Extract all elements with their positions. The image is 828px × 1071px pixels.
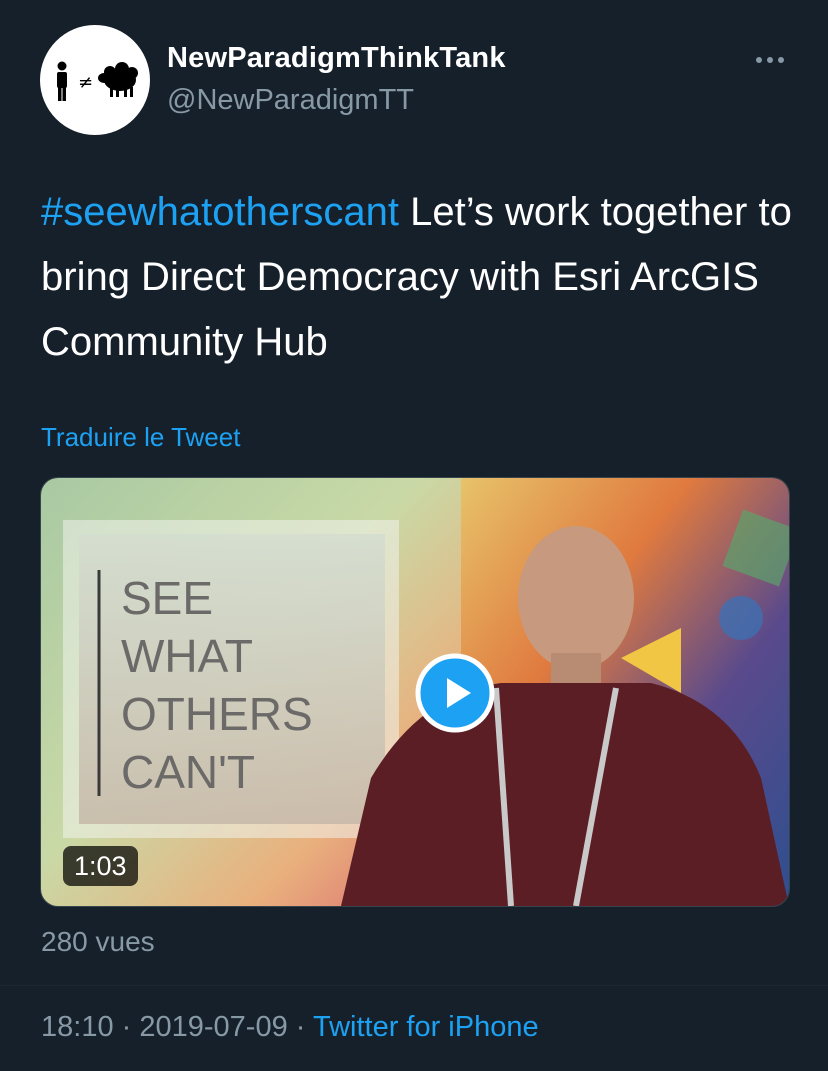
- author-handle[interactable]: @NewParadigmTT: [167, 84, 414, 117]
- play-icon: [415, 653, 495, 733]
- video-player[interactable]: SEE WHAT OTHERS CAN'T 1:03: [40, 477, 790, 907]
- tweet-text: #seewhatotherscant Let’s work together t…: [41, 180, 801, 375]
- sign-line-2: WHAT: [121, 630, 253, 682]
- author-name[interactable]: NewParadigmThinkTank: [167, 42, 506, 75]
- more-options-button[interactable]: [754, 50, 786, 70]
- sign-line-4: CAN'T: [121, 746, 255, 798]
- person-not-equal-sheep-icon: ≠: [57, 61, 138, 101]
- tweet-date: 2019-07-09: [139, 1011, 288, 1043]
- sign-line-1: SEE: [121, 572, 213, 624]
- video-duration: 1:03: [63, 846, 138, 886]
- view-count[interactable]: 280 vues: [41, 926, 155, 958]
- tweet-source-link[interactable]: Twitter for iPhone: [313, 1011, 539, 1043]
- meta-separator: ·: [287, 1011, 313, 1043]
- avatar[interactable]: ≠: [40, 25, 150, 135]
- tweet-meta: 18:10 · 2019-07-09 · Twitter for iPhone: [41, 1011, 539, 1044]
- not-equal-symbol: ≠: [78, 72, 93, 93]
- tweet-time: 18:10: [41, 1011, 114, 1043]
- meta-separator: ·: [113, 1011, 140, 1043]
- play-button[interactable]: [415, 653, 495, 733]
- divider: [0, 985, 828, 986]
- more-horizontal-icon: [756, 57, 784, 63]
- hashtag-link[interactable]: #seewhatotherscant: [41, 190, 399, 234]
- translate-tweet-link[interactable]: Traduire le Tweet: [41, 422, 240, 453]
- sign-line-3: OTHERS: [121, 688, 313, 740]
